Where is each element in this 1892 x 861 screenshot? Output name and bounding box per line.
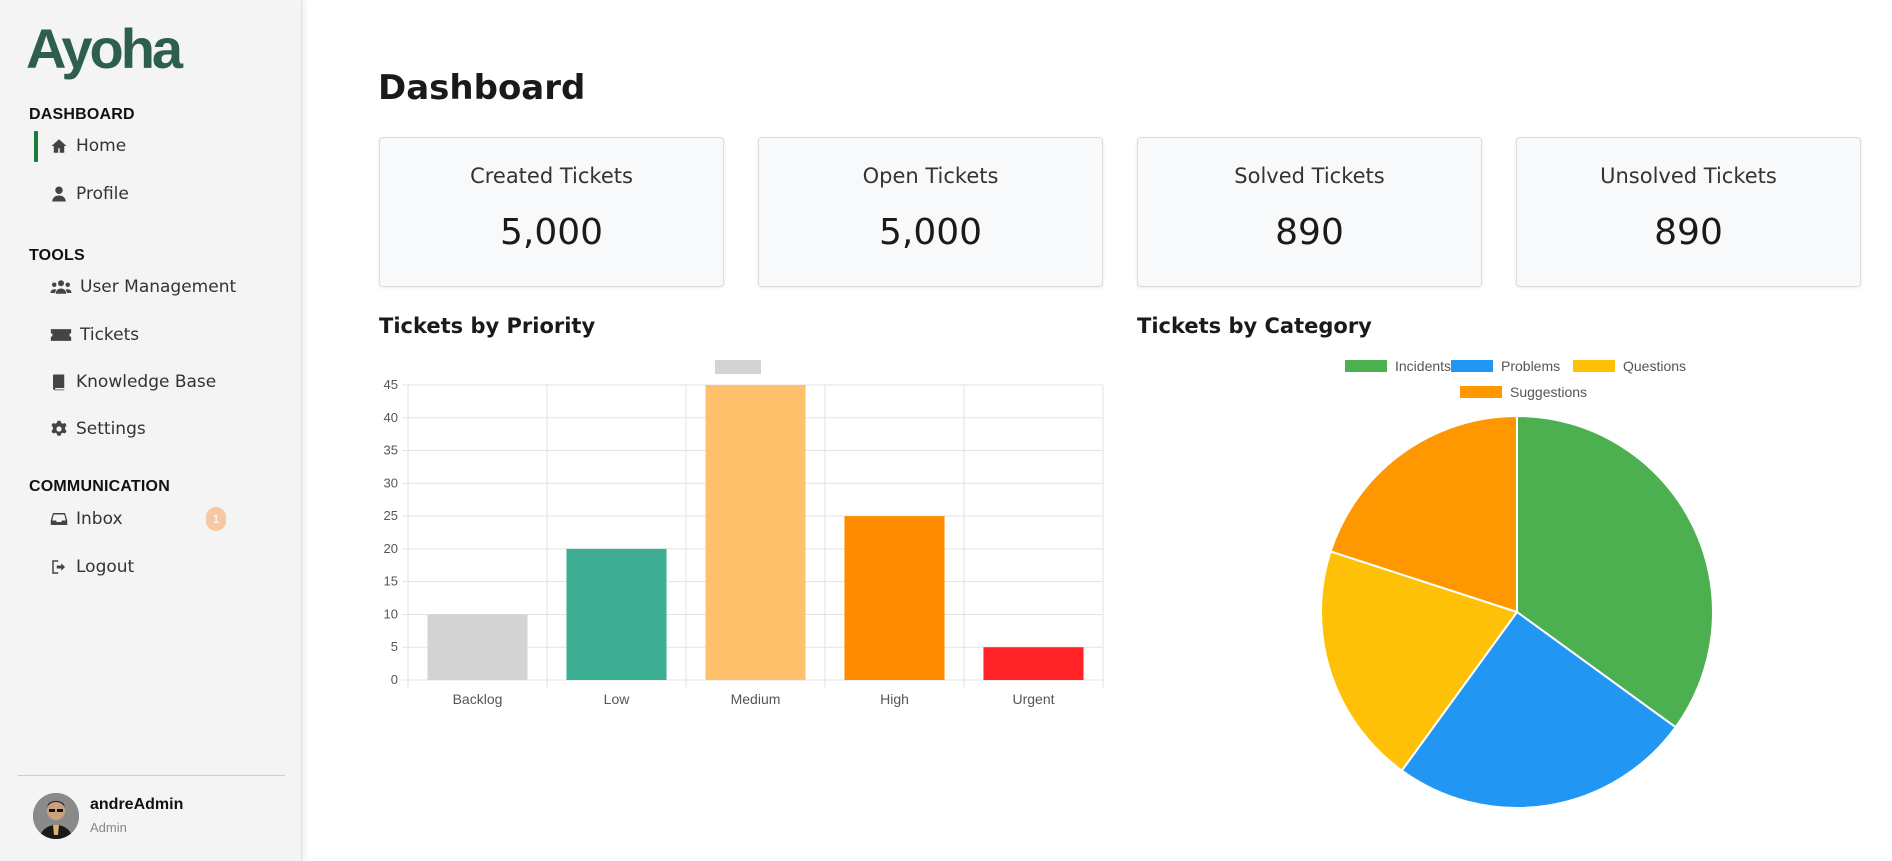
page-title: Dashboard [378, 68, 586, 108]
bar-high[interactable] [844, 516, 945, 680]
stat-label: Created Tickets [470, 164, 633, 188]
stat-value: 5,000 [878, 212, 983, 253]
x-tick-label: Urgent [1012, 691, 1054, 707]
x-tick-label: Backlog [453, 691, 503, 707]
stat-label: Unsolved Tickets [1600, 164, 1777, 188]
y-tick-label: 10 [384, 606, 398, 621]
stat-label: Open Tickets [862, 164, 999, 188]
x-tick-label: Low [604, 691, 631, 707]
home-icon [50, 137, 68, 155]
sidebar-divider [18, 775, 285, 776]
sidebar-item-knowledge-base[interactable]: Knowledge Base [50, 367, 216, 397]
legend-swatch-suggestions[interactable] [1460, 386, 1502, 398]
bar-low[interactable] [566, 548, 667, 680]
section-title-tools: TOOLS [29, 247, 85, 264]
sidebar-item-label: Home [76, 136, 127, 156]
book-icon [50, 373, 68, 391]
priority-chart-title: Tickets by Priority [379, 314, 596, 338]
y-tick-label: 30 [384, 475, 398, 490]
x-tick-label: High [880, 691, 909, 707]
y-tick-label: 0 [391, 672, 398, 687]
sidebar-item-label: Logout [76, 557, 135, 577]
section-title-communication: COMMUNICATION [29, 478, 170, 495]
user-role: Admin [90, 820, 127, 835]
sidebar-item-settings[interactable]: Settings [50, 414, 146, 444]
sidebar-item-label: User Management [80, 277, 237, 297]
stat-label: Solved Tickets [1234, 164, 1385, 188]
avatar[interactable] [33, 793, 79, 839]
logo-text: Ayoha [26, 18, 184, 80]
stat-value: 5,000 [499, 212, 604, 253]
bar-backlog[interactable] [427, 614, 528, 680]
legend-swatch[interactable] [715, 360, 761, 374]
y-tick-label: 5 [391, 639, 398, 654]
ayoha-logo[interactable]: Ayoha [26, 18, 206, 84]
sidebar-item-home[interactable]: Home [50, 131, 126, 161]
sidebar: Ayoha DASHBOARD Home Profile TOOLS User … [0, 0, 302, 861]
active-indicator [34, 131, 38, 162]
bar-urgent[interactable] [983, 647, 1084, 680]
legend-swatch-questions[interactable] [1573, 360, 1615, 372]
category-pie-chart[interactable]: Incidents Problems Questions Suggestions [1137, 350, 1757, 810]
sidebar-item-label: Settings [76, 419, 146, 439]
logout-icon [50, 558, 68, 576]
section-title-dashboard: DASHBOARD [29, 106, 135, 123]
inbox-icon [50, 510, 68, 528]
bar-medium[interactable] [705, 385, 806, 680]
stat-card-solved: Solved Tickets 890 [1137, 137, 1482, 287]
user-icon [50, 185, 68, 203]
stat-card-unsolved: Unsolved Tickets 890 [1516, 137, 1861, 287]
sidebar-item-label: Knowledge Base [76, 372, 217, 392]
legend-label: Questions [1623, 358, 1686, 374]
legend-label: Problems [1501, 358, 1560, 374]
y-tick-label: 45 [384, 377, 398, 392]
ticket-icon [50, 326, 72, 344]
sidebar-item-label: Tickets [80, 325, 140, 345]
y-tick-label: 25 [384, 508, 398, 523]
y-tick-label: 20 [384, 541, 398, 556]
legend-label: Suggestions [1510, 384, 1587, 400]
stat-card-open: Open Tickets 5,000 [758, 137, 1103, 287]
sidebar-item-tickets[interactable]: Tickets [50, 320, 139, 350]
stat-card-created: Created Tickets 5,000 [379, 137, 724, 287]
y-tick-label: 40 [384, 410, 398, 425]
category-chart-title: Tickets by Category [1137, 314, 1372, 338]
sidebar-item-inbox[interactable]: Inbox [50, 504, 123, 534]
sidebar-item-label: Inbox [76, 509, 123, 529]
x-tick-label: Medium [731, 691, 781, 707]
y-tick-label: 35 [384, 443, 398, 458]
legend-label: Incidents [1395, 358, 1451, 374]
gear-icon [50, 420, 68, 438]
users-icon [50, 278, 72, 296]
legend-swatch-problems[interactable] [1451, 360, 1493, 372]
legend-swatch-incidents[interactable] [1345, 360, 1387, 372]
stat-value: 890 [1275, 212, 1344, 253]
y-tick-label: 15 [384, 574, 398, 589]
user-name: andreAdmin [90, 796, 184, 813]
sidebar-item-logout[interactable]: Logout [50, 552, 134, 582]
sidebar-item-label: Profile [76, 184, 129, 204]
stat-value: 890 [1654, 212, 1723, 253]
inbox-badge: 1 [206, 507, 226, 531]
sidebar-item-profile[interactable]: Profile [50, 179, 129, 209]
sidebar-item-user-management[interactable]: User Management [50, 272, 236, 302]
priority-bar-chart[interactable]: 0 5 10 15 20 25 30 35 40 45 Backlog Low Medium High Ur… [370, 355, 1110, 715]
